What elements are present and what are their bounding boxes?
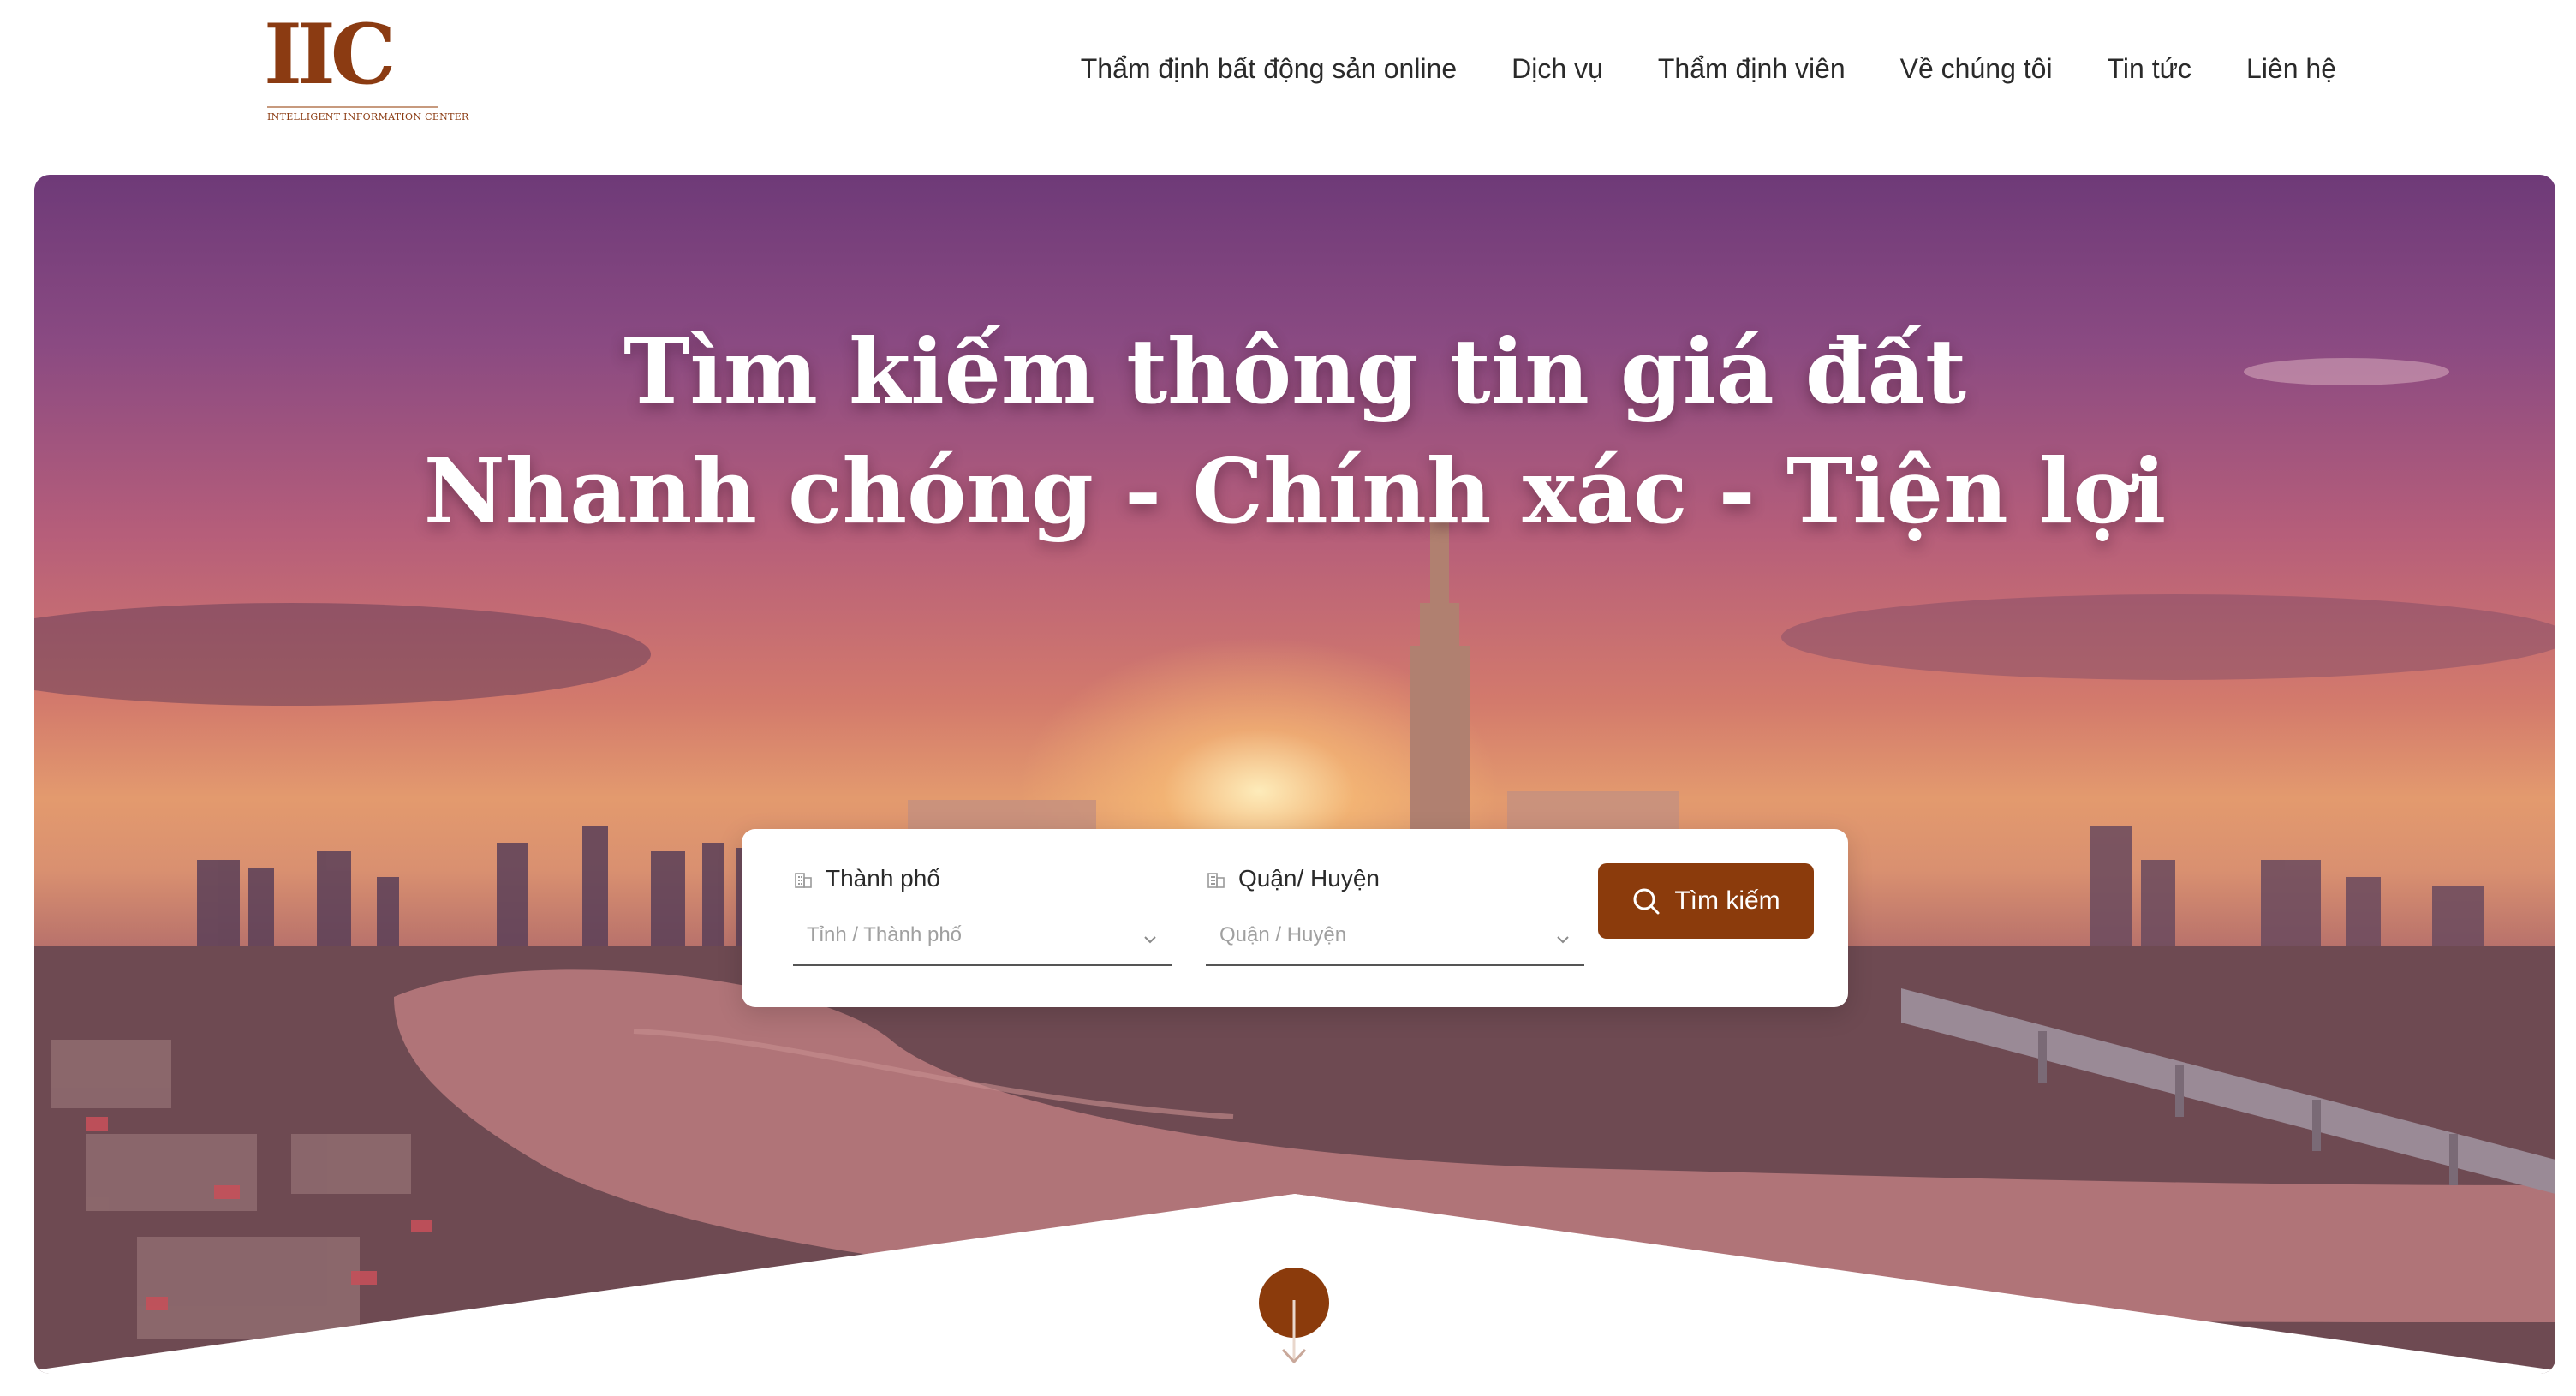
chevron-down-icon [1144,936,1156,944]
search-icon [1633,888,1660,915]
logo-subtitle: INTELLIGENT INFORMATION CENTER [267,111,469,122]
hero-title-line-1: Tìm kiếm thông tin giá đất [623,319,1967,424]
logo[interactable]: IIC INTELLIGENT INFORMATION CENTER [264,6,468,125]
nav-item-contact[interactable]: Liên hệ [2246,53,2336,85]
city-field: Thành phố Tỉnh / Thành phố [793,862,1172,990]
building-icon [795,873,812,888]
price-search-form: Thành phố Tỉnh / Thành phố Quận/ Huyện Q… [742,829,1848,1007]
city-placeholder: Tỉnh / Thành phố [807,923,963,946]
district-label: Quận/ Huyện [1238,865,1380,892]
hero-banner: Tìm kiếm thông tin giá đất Nhanh chóng -… [34,175,2555,1374]
hero-title: Tìm kiếm thông tin giá đất Nhanh chóng -… [34,312,2555,552]
logo-mark: IIC [264,6,396,103]
nav-item-appraisers[interactable]: Thẩm định viên [1658,53,1846,85]
district-field: Quận/ Huyện Quận / Huyện [1206,862,1584,990]
district-placeholder: Quận / Huyện [1219,923,1347,946]
nav-item-services[interactable]: Dịch vụ [1512,53,1603,85]
site-header: IIC INTELLIGENT INFORMATION CENTER Thẩm … [0,0,2576,171]
district-label-row: Quận/ Huyện [1206,862,1380,896]
city-label: Thành phố [826,865,940,892]
hero-title-line-2: Nhanh chóng - Chính xác - Tiện lợi [423,438,2167,544]
chevron-down-icon [1557,936,1569,944]
building-icon [1208,873,1225,888]
search-button[interactable]: Tìm kiếm [1598,863,1814,939]
district-select[interactable]: Quận / Huyện [1206,915,1584,966]
city-label-row: Thành phố [793,862,940,896]
search-button-label: Tìm kiếm [1674,886,1780,915]
logo-divider [267,106,438,108]
arrow-down-icon [1281,1300,1307,1364]
nav-item-online-appraisal[interactable]: Thẩm định bất động sản online [1081,53,1457,85]
city-select[interactable]: Tỉnh / Thành phố [793,915,1172,966]
nav-item-news[interactable]: Tin tức [2108,53,2191,85]
main-nav: Thẩm định bất động sản online Dịch vụ Th… [1081,43,2336,94]
nav-item-about-us[interactable]: Về chúng tôi [1900,53,2053,85]
